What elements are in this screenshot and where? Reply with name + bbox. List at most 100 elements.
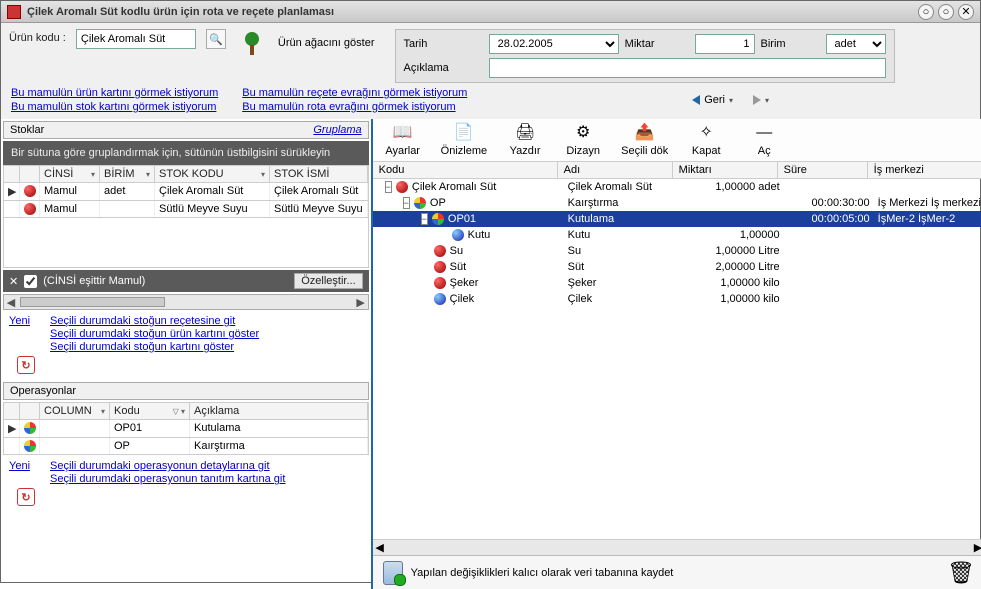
ops-goto-card[interactable]: Seçili durumdaki operasyonun tanıtım kar… [50,473,285,485]
ops-new-link[interactable]: Yeni [9,460,30,485]
export-selected-button[interactable]: 📤Seçili dök [621,123,668,157]
tree-row[interactable]: Su Su 1,00000 Litre [373,243,981,259]
expand-toggle[interactable]: − [385,181,392,193]
node-icon [396,181,408,193]
node-icon [434,245,446,257]
stocks-actions: Yeni Seçili durumdaki stoğun reçetesine … [1,310,371,380]
arrow-right-icon [753,95,761,105]
settings-button[interactable]: 📖Ayarlar [383,123,423,157]
save-text: Yapılan değişiklikleri kalıcı olarak ver… [411,567,674,579]
save-bar: Yapılan değişiklikleri kalıcı olarak ver… [373,555,981,589]
minimize-button[interactable]: ○ [918,4,934,20]
ball-icon [24,185,36,197]
expand-toggle[interactable]: − [421,213,428,225]
refresh-icon[interactable]: ↻ [17,356,35,374]
preview-button[interactable]: 📄Önizleme [441,123,487,157]
date-select[interactable]: 28.02.2005 [489,34,619,54]
desc-input[interactable] [489,58,886,78]
right-toolbar: 📖Ayarlar 📄Önizleme 🖨Yazdır ⚙Dizayn 📤Seçi… [373,119,981,162]
trash-icon[interactable]: 🗑 [947,560,975,586]
stocks-goto-recipe[interactable]: Seçili durumdaki stoğun reçetesine git [50,315,259,327]
unit-label: Birim [761,38,820,50]
preview-icon: 📄 [454,123,474,143]
show-tree-label: Ürün ağacını göster [278,29,375,49]
link-route-doc[interactable]: Bu mamulün rota evrağını görmek istiyoru… [242,101,467,113]
unit-select[interactable]: adet [826,34,886,54]
print-button[interactable]: 🖨Yazdır [505,123,545,157]
ball-icon [24,440,36,452]
expand-toggle[interactable]: − [403,197,410,209]
ball-icon [24,203,36,215]
tree-row[interactable]: −OP01 Kutulama 00:00:05:00 İşMer-2 İşMer… [373,211,981,227]
link-stock-card[interactable]: Bu mamulün stok kartını görmek istiyorum [11,101,218,113]
stocks-new-link[interactable]: Yeni [9,315,30,353]
tree-header: Kodu Adı Miktarı Süre İş merkezi [373,162,981,179]
ops-row[interactable]: OP Kaırştırma [3,438,369,455]
main-split: Stoklar Gruplama Bir sütuna göre gruplan… [1,119,980,589]
product-code-label: Ürün kodu : [9,29,66,44]
stocks-row[interactable]: Mamul Sütlü Meyve Suyu Sütlü Meyve Suyu [3,201,369,218]
tree-hscroll[interactable]: ◀▶ [373,539,981,555]
filter-close-icon[interactable]: ✕ [9,275,18,288]
minus-icon: — [754,123,774,143]
customize-button[interactable]: Özelleştir... [294,273,362,289]
stocks-panel-title: Stoklar Gruplama [3,121,369,139]
node-icon [432,213,444,225]
ops-panel-title: Operasyonlar [3,382,369,400]
collapse-button[interactable]: ✧Kapat [686,123,726,157]
ops-actions: Yeni Seçili durumdaki operasyonun detayl… [1,455,371,512]
gear-icon: ⚙ [573,123,593,143]
right-pane: 📖Ayarlar 📄Önizleme 🖨Yazdır ⚙Dizayn 📤Seçi… [373,119,981,589]
nav-forward-button[interactable]: ▾ [747,93,775,107]
filter-bar: ✕ (CİNSİ eşittir Mamul) Özelleştir... [3,270,369,292]
qty-input[interactable] [695,34,755,54]
printer-icon: 🖨 [515,123,535,143]
plus-icon: ✧ [696,123,716,143]
product-code-input[interactable] [76,29,196,49]
left-pane: Stoklar Gruplama Bir sütuna göre gruplan… [1,119,373,589]
database-save-icon[interactable] [383,561,403,585]
close-button[interactable]: ✕ [958,4,974,20]
stocks-row[interactable]: ▶ Mamul adet Çilek Aromalı Süt Çilek Aro… [3,183,369,201]
design-button[interactable]: ⚙Dizayn [563,123,603,157]
qty-label: Miktar [625,38,689,50]
desc-label: Açıklama [404,62,483,74]
stocks-show-card[interactable]: Seçili durumdaki stoğun kartını göster [50,341,259,353]
filter-checkbox[interactable] [24,275,37,288]
ops-grid-header: COLUMN▾ Kodu▽ ▾ Açıklama [3,402,369,420]
link-product-card[interactable]: Bu mamulün ürün kartını görmek istiyorum [11,87,218,99]
node-icon [434,261,446,273]
form-block: Tarih 28.02.2005 Miktar Birim adet Açıkl… [395,29,895,83]
group-hint: Bir sütuna göre gruplandırmak için, sütü… [3,141,369,165]
node-icon [434,277,446,289]
tree-body[interactable]: −Çilek Aromalı Süt Çilek Aromalı Süt 1,0… [373,179,981,539]
tree-row[interactable]: Kutu Kutu 1,00000 [373,227,981,243]
ball-icon [24,422,36,434]
title-bar: Çilek Aromalı Süt kodlu ürün için rota v… [1,1,980,23]
tree-icon[interactable] [236,29,268,61]
ops-goto-details[interactable]: Seçili durumdaki operasyonun detaylarına… [50,460,285,472]
link-recipe-doc[interactable]: Bu mamulün reçete evrağını görmek istiyo… [242,87,467,99]
stocks-show-product-card[interactable]: Seçili durumdaki stoğun ürün kartını gös… [50,328,259,340]
maximize-button[interactable]: ○ [938,4,954,20]
node-icon [434,293,446,305]
app-icon [7,5,21,19]
expand-button[interactable]: —Aç [744,123,784,157]
tree-row[interactable]: −Çilek Aromalı Süt Çilek Aromalı Süt 1,0… [373,179,981,195]
nav-back-button[interactable]: Geri▾ [686,92,739,108]
date-label: Tarih [404,38,483,50]
grouping-link[interactable]: Gruplama [313,124,361,136]
tree-row[interactable]: Şeker Şeker 1,00000 kilo [373,275,981,291]
ops-row[interactable]: ▶ OP01 Kutulama [3,420,369,438]
search-icon[interactable]: 🔍 [206,29,226,49]
refresh-icon-ops[interactable]: ↻ [17,488,35,506]
link-row: Bu mamulün ürün kartını görmek istiyorum… [1,85,980,119]
tree-row[interactable]: Çilek Çilek 1,00000 kilo [373,291,981,307]
tree-row[interactable]: −OP Kaırştırma 00:00:30:00 İş Merkezi İş… [373,195,981,211]
tree-row[interactable]: Süt Süt 2,00000 Litre [373,259,981,275]
node-icon [452,229,464,241]
node-icon [414,197,426,209]
export-icon: 📤 [635,123,655,143]
upper-toolbar: Ürün kodu : 🔍 Ürün ağacını göster Tarih … [1,23,980,85]
stocks-hscroll[interactable]: ◀▶ [3,294,369,310]
